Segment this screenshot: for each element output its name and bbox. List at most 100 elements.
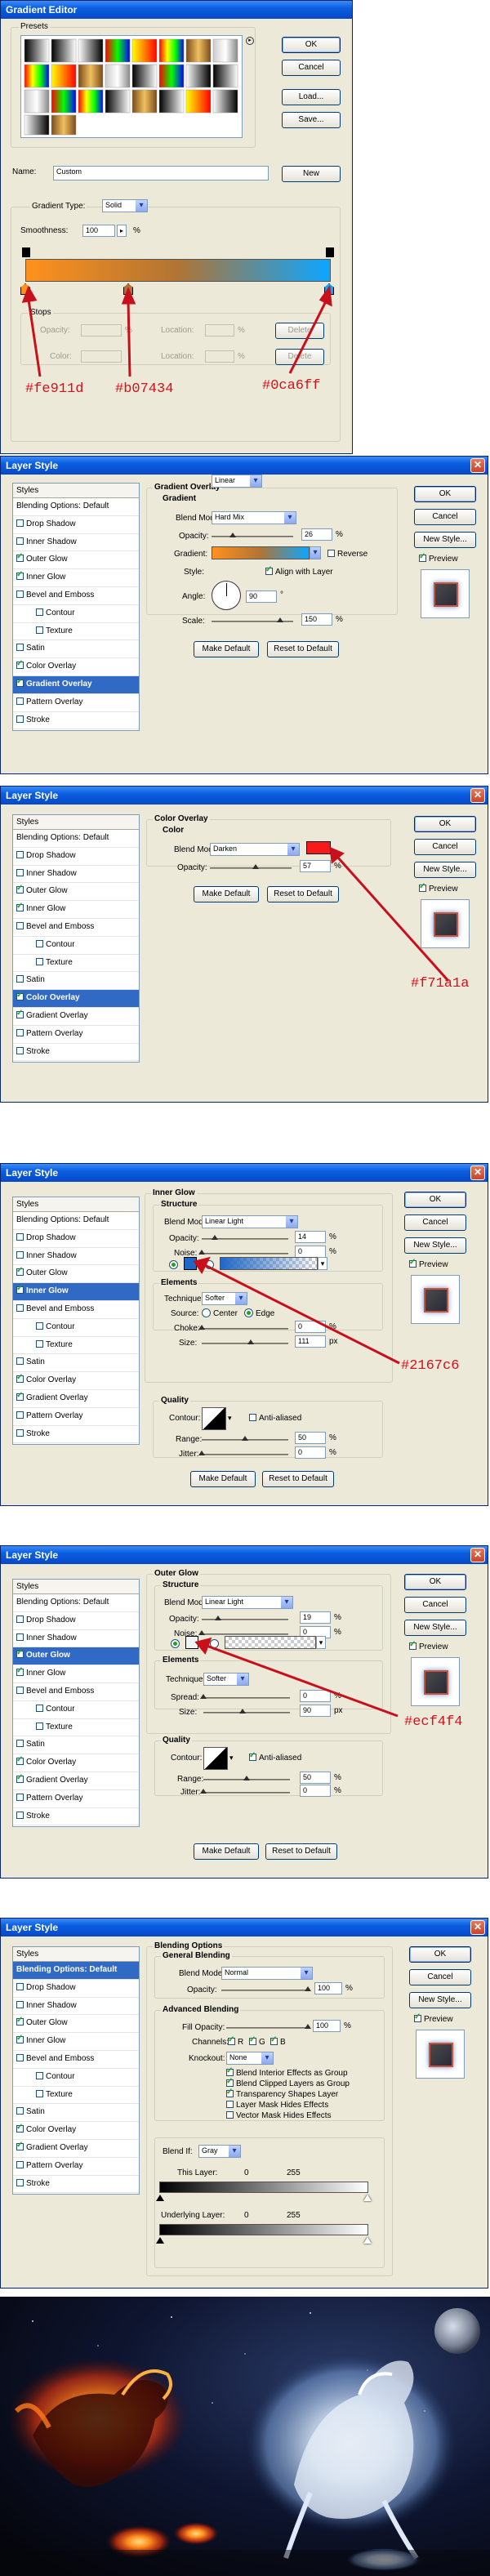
style-blending-options[interactable]: Blending Options: Default: [13, 1594, 139, 1612]
checkbox[interactable]: [16, 2000, 24, 2008]
cancel-button[interactable]: Cancel: [414, 839, 476, 855]
checkbox[interactable]: [16, 2016, 24, 2026]
glow-color-swatch[interactable]: [184, 1257, 197, 1270]
delete-opacity-stop-button[interactable]: Delete: [275, 323, 324, 339]
checkbox[interactable]: [226, 2066, 234, 2076]
checkbox[interactable]: [226, 2088, 234, 2097]
gradient-editor-titlebar[interactable]: Gradient Editor: [1, 1, 352, 19]
size-input[interactable]: 90: [300, 1705, 331, 1717]
blend-mode-select[interactable]: Darken: [210, 843, 300, 856]
noise-slider[interactable]: [198, 1630, 288, 1635]
gradient-name-input[interactable]: Custom: [53, 166, 269, 180]
checkbox[interactable]: [36, 608, 43, 616]
styles-header[interactable]: Styles: [13, 815, 139, 830]
style-gradient-overlay[interactable]: Gradient Overlay: [13, 1390, 139, 1408]
checkbox[interactable]: [265, 565, 273, 575]
checkbox[interactable]: [16, 570, 24, 581]
style-contour[interactable]: Contour: [13, 937, 139, 955]
option-layer-mask[interactable]: Layer Mask Hides Effects: [226, 2101, 328, 2110]
style-stroke[interactable]: Stroke: [13, 1044, 139, 1062]
this-layer-ramp[interactable]: [159, 2182, 368, 2193]
cancel-button[interactable]: Cancel: [282, 60, 341, 76]
option-blend-interior[interactable]: Blend Interior Effects as Group: [226, 2066, 348, 2078]
close-icon[interactable]: ✕: [470, 788, 485, 803]
glow-color-swatch[interactable]: [185, 1636, 198, 1649]
style-select[interactable]: Linear: [212, 475, 262, 488]
opacity-input[interactable]: 26: [301, 528, 332, 541]
opacity-input[interactable]: 57: [300, 860, 331, 872]
range-input[interactable]: 50: [300, 1772, 331, 1784]
titlebar[interactable]: Layer Style ✕: [1, 787, 488, 804]
style-color-overlay[interactable]: Color Overlay: [13, 990, 139, 1008]
new-style-button[interactable]: New Style...: [409, 1992, 471, 2008]
align-with-layer-checkbox[interactable]: Align with Layer: [265, 565, 333, 577]
jitter-input[interactable]: 0: [295, 1446, 326, 1459]
glow-gradient-picker[interactable]: [220, 1257, 318, 1270]
checkbox[interactable]: [16, 1411, 24, 1419]
checkbox[interactable]: [16, 1357, 24, 1366]
ok-button[interactable]: OK: [404, 1192, 466, 1208]
noise-slider[interactable]: [198, 1250, 288, 1255]
make-default-button[interactable]: Make Default: [190, 1471, 256, 1487]
new-gradient-button[interactable]: New: [282, 166, 341, 182]
style-stroke[interactable]: Stroke: [13, 2176, 139, 2194]
checkbox[interactable]: [36, 1722, 43, 1730]
cancel-button[interactable]: Cancel: [409, 1969, 471, 1985]
underlying-layer-ramp[interactable]: [159, 2224, 368, 2235]
range-slider[interactable]: [202, 1436, 288, 1441]
checkbox[interactable]: [16, 1266, 24, 1277]
style-outer-glow[interactable]: Outer Glow: [13, 1647, 139, 1666]
opacity-input[interactable]: 100: [314, 1982, 342, 1994]
new-style-button[interactable]: New Style...: [414, 862, 476, 878]
style-blending-options[interactable]: Blending Options: Default: [13, 1212, 139, 1230]
checkbox[interactable]: [249, 1751, 256, 1761]
option-transparency-shapes[interactable]: Transparency Shapes Layer: [226, 2088, 338, 2099]
underlying-layer-right-handle[interactable]: [363, 2237, 372, 2244]
style-drop-shadow[interactable]: Drop Shadow: [13, 1230, 139, 1248]
style-texture[interactable]: Texture: [13, 1719, 139, 1737]
stop-color-location-input[interactable]: [205, 350, 234, 363]
opacity-stop-left[interactable]: [22, 247, 30, 257]
checkbox[interactable]: [16, 1232, 24, 1241]
channel-r-checkbox[interactable]: R: [228, 2035, 243, 2047]
checkbox[interactable]: [36, 939, 43, 947]
checkbox[interactable]: [36, 626, 43, 634]
checkbox[interactable]: [16, 2123, 24, 2133]
checkbox[interactable]: [16, 659, 24, 670]
style-satin[interactable]: Satin: [13, 1736, 139, 1755]
stop-color-swatch[interactable]: [81, 350, 122, 363]
size-input[interactable]: 111: [295, 1335, 326, 1348]
style-inner-shadow[interactable]: Inner Shadow: [13, 866, 139, 884]
jitter-input[interactable]: 0: [300, 1785, 331, 1797]
smoothness-input[interactable]: 100: [82, 225, 115, 237]
checkbox[interactable]: [16, 1773, 24, 1783]
styles-header[interactable]: Styles: [13, 1580, 139, 1594]
checkbox[interactable]: [16, 697, 24, 705]
checkbox[interactable]: [16, 1666, 24, 1677]
style-pattern-overlay[interactable]: Pattern Overlay: [13, 1790, 139, 1808]
checkbox[interactable]: [16, 537, 24, 545]
checkbox[interactable]: [419, 882, 426, 892]
glow-gradient-dropdown-icon[interactable]: ▾: [316, 1636, 326, 1649]
blend-mode-select[interactable]: Linear Light: [202, 1215, 298, 1228]
opacity-slider[interactable]: [210, 864, 292, 869]
ok-button[interactable]: OK: [414, 816, 476, 832]
style-pattern-overlay[interactable]: Pattern Overlay: [13, 694, 139, 712]
style-inner-glow[interactable]: Inner Glow: [13, 569, 139, 587]
style-drop-shadow[interactable]: Drop Shadow: [13, 1612, 139, 1630]
checkbox[interactable]: [16, 902, 24, 912]
contour-picker[interactable]: [203, 1747, 228, 1770]
close-icon[interactable]: ✕: [470, 1920, 485, 1935]
choke-input[interactable]: 0: [295, 1321, 326, 1333]
source-center-radio[interactable]: [202, 1308, 211, 1317]
style-inner-glow[interactable]: Inner Glow: [13, 1665, 139, 1683]
knockout-select[interactable]: None: [226, 2052, 274, 2065]
style-blending-options[interactable]: Blending Options: Default: [13, 1962, 139, 1980]
checkbox[interactable]: [16, 1028, 24, 1036]
blend-mode-select[interactable]: Hard Mix: [212, 511, 296, 524]
style-bevel-emboss[interactable]: Bevel and Emboss: [13, 919, 139, 937]
style-color-overlay[interactable]: Color Overlay: [13, 1754, 139, 1772]
range-slider[interactable]: [203, 1776, 290, 1780]
presets-menu-icon[interactable]: ▸: [246, 37, 254, 45]
style-inner-shadow[interactable]: Inner Shadow: [13, 534, 139, 552]
